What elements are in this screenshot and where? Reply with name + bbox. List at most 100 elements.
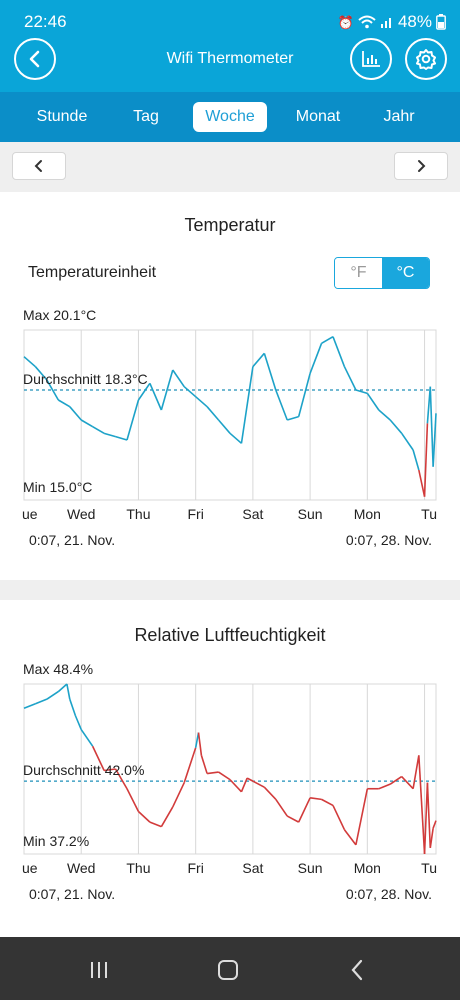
data-point — [389, 783, 391, 785]
data-point — [366, 788, 368, 790]
data-point — [366, 392, 368, 394]
gear-icon — [416, 49, 436, 70]
data-point — [69, 406, 71, 408]
data-point — [92, 745, 94, 747]
data-point — [424, 853, 426, 855]
home-icon — [218, 960, 238, 980]
data-point — [432, 466, 434, 468]
data-point — [75, 715, 77, 717]
data-point — [149, 821, 151, 823]
recent-apps-icon — [91, 962, 107, 978]
data-point — [198, 732, 200, 734]
settings-button[interactable] — [405, 38, 447, 80]
data-point — [332, 805, 334, 807]
data-point — [126, 788, 128, 790]
data-point — [195, 396, 197, 398]
data-point — [241, 791, 243, 793]
app-bar: Wifi Thermometer — [0, 38, 460, 92]
statistics-button[interactable] — [350, 38, 392, 80]
data-point — [246, 777, 248, 779]
data-point — [23, 356, 25, 358]
data-point — [126, 439, 128, 441]
data-point — [309, 797, 311, 799]
range-end-label: 0:07, 28. Nov. — [346, 532, 432, 548]
x-tick-label: Fri — [188, 860, 204, 876]
data-point — [429, 847, 431, 849]
x-tick-label: Mon — [354, 860, 381, 876]
x-tick-label: Thu — [126, 506, 150, 522]
tab-stunde[interactable]: Stunde — [24, 102, 100, 132]
data-point — [263, 352, 265, 354]
data-point — [427, 782, 429, 784]
battery-percent: 48% — [397, 12, 432, 31]
data-point — [321, 798, 323, 800]
data-point — [252, 366, 254, 368]
temperature-unit-label: Temperatureinheit — [28, 264, 157, 281]
next-period-button[interactable] — [394, 152, 448, 180]
alarm-icon: ⏰ — [337, 14, 354, 30]
range-start-label: 0:07, 21. Nov. — [29, 886, 115, 902]
period-navigation — [0, 142, 460, 192]
temperature-title: Temperatur — [184, 215, 276, 235]
data-point — [80, 419, 82, 421]
data-point — [275, 798, 277, 800]
signal-icon — [380, 18, 391, 28]
data-point — [218, 419, 220, 421]
tab-tag[interactable]: Tag — [116, 102, 176, 132]
x-tick-label: Sun — [298, 860, 323, 876]
humidity-title: Relative Luftfeuchtigkeit — [134, 625, 326, 645]
data-point — [172, 806, 174, 808]
back-arrow-icon — [351, 959, 363, 981]
temperature-chart: Max 20.1°C Durchschnitt 18.3°C Min 15.0°C u… — [22, 307, 437, 548]
system-navigation-bar — [0, 937, 460, 1000]
previous-period-button[interactable] — [12, 152, 66, 180]
data-point — [35, 703, 37, 705]
x-tick-label: Wed — [67, 506, 96, 522]
back-system-button[interactable] — [342, 955, 372, 985]
data-point — [412, 788, 414, 790]
recent-apps-button[interactable] — [84, 955, 114, 985]
tab-monat[interactable]: Monat — [282, 102, 354, 132]
data-point — [435, 820, 437, 822]
temperature-unit-toggle: °F °C — [334, 257, 430, 289]
data-point — [195, 747, 197, 749]
x-tick-label: Tu — [421, 506, 437, 522]
data-point — [286, 815, 288, 817]
data-point — [418, 754, 420, 756]
data-point — [229, 779, 231, 781]
data-point — [115, 436, 117, 438]
x-tick-label: ue — [22, 860, 38, 876]
unit-celsius-option[interactable]: °C — [382, 258, 429, 288]
data-point — [183, 386, 185, 388]
x-tick-label: Wed — [67, 860, 96, 876]
tab-jahr[interactable]: Jahr — [370, 102, 428, 132]
range-start-label: 0:07, 21. Nov. — [29, 532, 115, 548]
data-point — [344, 829, 346, 831]
data-point — [252, 780, 254, 782]
data-point — [389, 419, 391, 421]
data-point — [286, 419, 288, 421]
data-point — [69, 698, 71, 700]
data-point — [149, 382, 151, 384]
data-point — [35, 366, 37, 368]
x-tick-label: Mon — [354, 506, 381, 522]
data-point — [23, 707, 25, 709]
status-time: 22:46 — [24, 12, 67, 31]
x-tick-label: Sat — [242, 506, 263, 522]
data-point — [412, 449, 414, 451]
data-point — [138, 811, 140, 813]
home-button[interactable] — [213, 955, 243, 985]
humidity-card: Relative Luftfeuchtigkeit Max 48.4% Durch… — [0, 600, 460, 937]
average-label: Durchschnitt 18.3°C — [23, 371, 148, 387]
data-point — [172, 369, 174, 371]
x-tick-label: Sat — [242, 860, 263, 876]
tab-woche[interactable]: Woche — [193, 102, 267, 132]
unit-fahrenheit-option[interactable]: °F — [335, 258, 382, 288]
data-point — [298, 416, 300, 418]
battery-icon — [436, 14, 446, 30]
data-point — [206, 406, 208, 408]
wifi-icon — [358, 15, 376, 29]
data-point — [46, 698, 48, 700]
bar-chart-icon — [362, 51, 380, 67]
data-point — [57, 399, 59, 401]
